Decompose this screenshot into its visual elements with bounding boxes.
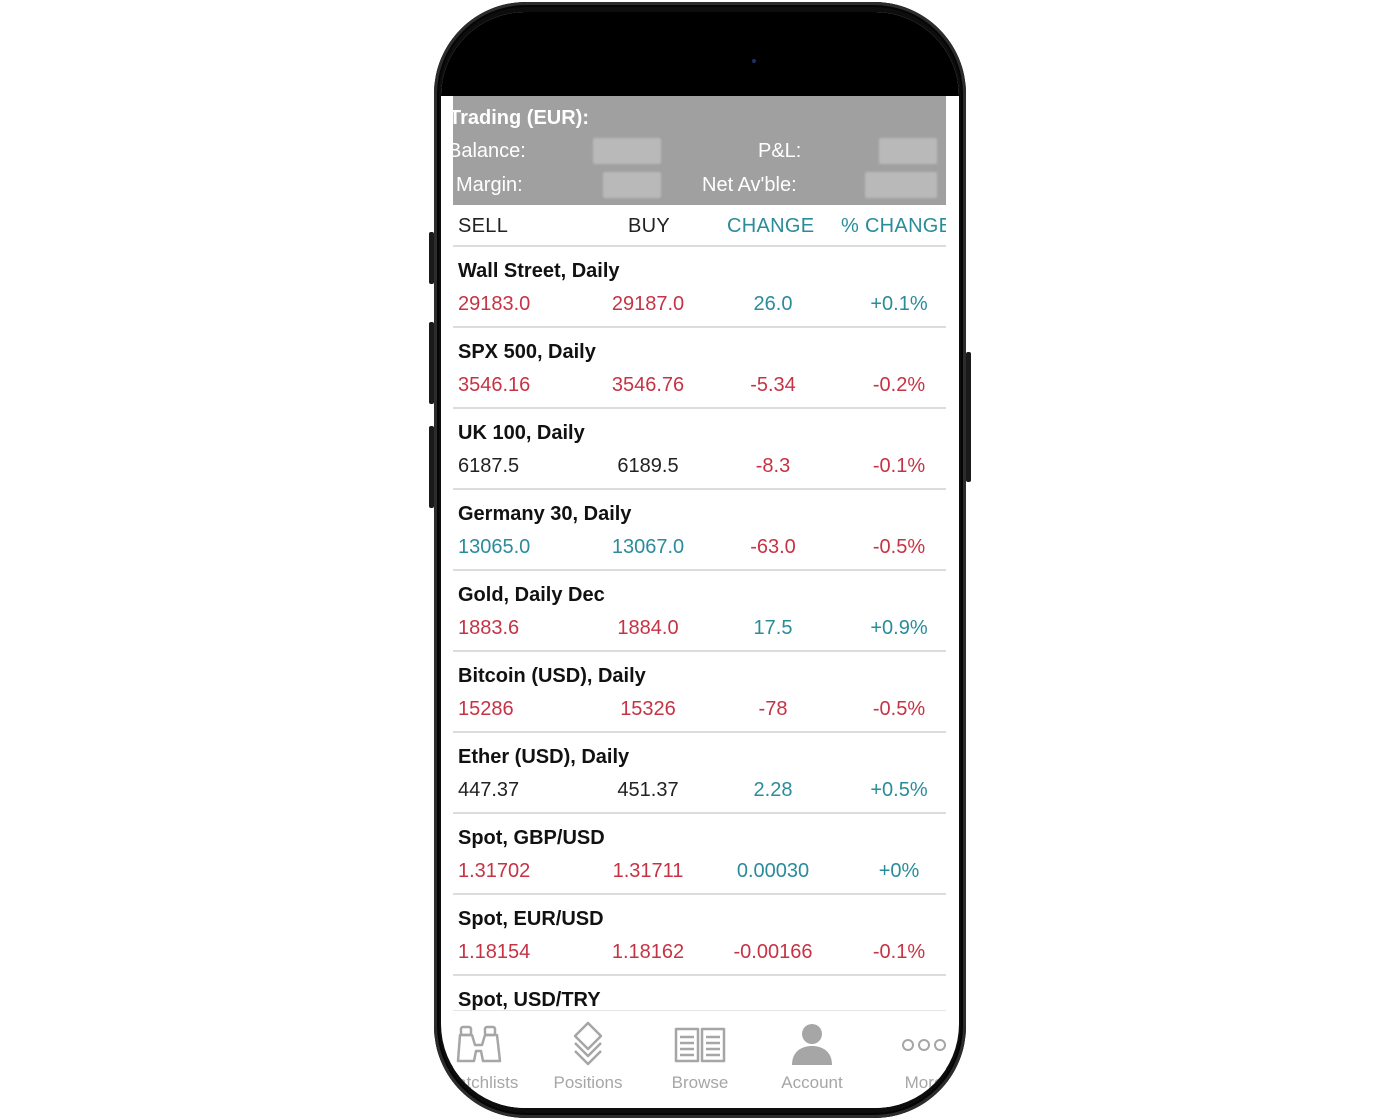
sell-price[interactable]: 29183.0	[458, 293, 530, 316]
market-row[interactable]: SPX 500, Daily 3546.16 3546.76 -5.34 -0.2%	[453, 328, 946, 409]
pnl-label: P&L:	[758, 140, 802, 162]
buy-price[interactable]: 1884.0	[603, 617, 693, 640]
sell-price[interactable]: 15286	[458, 698, 514, 721]
buy-price[interactable]: 29187.0	[603, 293, 693, 316]
volume-up-button	[429, 322, 434, 404]
percent-change: -0.5%	[872, 698, 926, 720]
percent-change: +0.1%	[870, 293, 928, 315]
market-row[interactable]: Spot, GBP/USD 1.31702 1.31711 0.00030 +0%	[453, 814, 946, 895]
market-name: Bitcoin (USD), Daily	[458, 665, 646, 687]
phone-screen: Po้ ้ets Trading (EUR): Balance: Margin:…	[441, 12, 959, 1108]
tab-browse[interactable]: Browse	[645, 1021, 755, 1093]
market-name: UK 100, Daily	[458, 422, 585, 444]
market-name: Spot, EUR/USD	[458, 908, 604, 930]
market-name: Ether (USD), Daily	[458, 746, 630, 768]
market-name: Spot, GBP/USD	[458, 827, 605, 849]
dynamic-island	[631, 34, 777, 82]
bottom-tab-bar: Watchlists Positions Browse Account More	[442, 1010, 946, 1108]
price-change: -0.00166	[733, 941, 813, 963]
price-change: -5.34	[750, 374, 796, 396]
buy-price[interactable]: 6189.5	[603, 455, 693, 478]
sell-price[interactable]: 13065.0	[458, 536, 530, 559]
sell-price[interactable]: 6187.5	[458, 455, 519, 478]
market-row[interactable]: Germany 30, Daily 13065.0 13067.0 -63.0 -0.5…	[453, 490, 946, 571]
column-header: SELL BUY CHANGE % CHANGE	[453, 205, 946, 247]
change-column-header[interactable]: CHANGE	[727, 215, 814, 238]
market-row[interactable]: Spot, EUR/USD 1.18154 1.18162 -0.00166 -0.1%	[453, 895, 946, 976]
action-button	[429, 232, 434, 284]
price-change: -8.3	[755, 455, 791, 477]
dots-icon	[902, 1039, 946, 1051]
sell-price[interactable]: 1883.6	[458, 617, 519, 640]
net-available-value-redacted	[865, 172, 937, 198]
price-change: -63.0	[750, 536, 796, 558]
buy-price[interactable]: 15326	[603, 698, 693, 721]
percent-change: +0%	[878, 860, 920, 882]
volume-down-button	[429, 426, 434, 508]
tab-more[interactable]: More	[869, 1021, 959, 1093]
pnl-value-redacted	[879, 138, 937, 164]
price-change: 2.28	[753, 779, 793, 801]
open-book-icon	[674, 1027, 726, 1063]
market-name: Wall Street, Daily	[458, 260, 620, 282]
app-header: Po้ ้ets	[441, 12, 959, 96]
sell-price[interactable]: 447.37	[458, 779, 519, 802]
tab-browse-label: Browse	[671, 1073, 729, 1092]
market-row[interactable]: Ether (USD), Daily 447.37 451.37 2.28 +0.5%	[453, 733, 946, 814]
tab-account[interactable]: Account	[757, 1021, 867, 1093]
market-name: SPX 500, Daily	[458, 341, 596, 363]
percent-change: +0.9%	[870, 617, 928, 639]
percent-change: -0.2%	[872, 374, 926, 396]
percent-change: -0.1%	[872, 941, 926, 963]
net-available-label: Net Av'ble:	[702, 174, 797, 196]
percent-change: -0.1%	[872, 455, 926, 477]
buy-price[interactable]: 3546.76	[603, 374, 693, 397]
buy-price[interactable]: 13067.0	[603, 536, 693, 559]
tab-watchlists[interactable]: Watchlists	[441, 1021, 535, 1093]
tab-more-label: More	[904, 1073, 944, 1092]
percent-change: -0.5%	[872, 536, 926, 558]
account-summary: Trading (EUR): Balance: Margin: P&L: Net…	[453, 96, 946, 205]
account-title: Trading (EUR):	[453, 107, 589, 129]
tab-positions-label: Positions	[553, 1073, 623, 1092]
sell-price[interactable]: 1.18154	[458, 941, 530, 964]
buy-price[interactable]: 451.37	[603, 779, 693, 802]
pct-change-column-header[interactable]: % CHANGE	[841, 215, 946, 238]
power-button	[966, 352, 971, 482]
market-row[interactable]: Wall Street, Daily 29183.0 29187.0 26.0 +0.1…	[453, 247, 946, 328]
market-row[interactable]: Gold, Daily Dec 1883.6 1884.0 17.5 +0.9%	[453, 571, 946, 652]
buy-price[interactable]: 1.31711	[603, 860, 693, 883]
sell-price[interactable]: 3546.16	[458, 374, 530, 397]
balance-value-redacted	[593, 138, 661, 164]
market-name: Spot, USD/TRY	[458, 989, 601, 1011]
market-row[interactable]: Bitcoin (USD), Daily 15286 15326 -78 -0.5%	[453, 652, 946, 733]
price-change: -78	[758, 698, 788, 720]
tab-positions[interactable]: Positions	[533, 1021, 643, 1093]
binoculars-icon	[456, 1025, 502, 1063]
camera-dot	[752, 59, 756, 63]
tab-account-label: Account	[781, 1073, 843, 1092]
market-name: Gold, Daily Dec	[458, 584, 605, 606]
sell-column-header[interactable]: SELL	[458, 215, 508, 238]
market-row[interactable]: UK 100, Daily 6187.5 6189.5 -8.3 -0.1%	[453, 409, 946, 490]
margin-label: Margin:	[456, 174, 523, 196]
margin-value-redacted	[603, 172, 661, 198]
percent-change: +0.5%	[870, 779, 928, 801]
balance-label: Balance:	[453, 140, 526, 162]
market-list: Wall Street, Daily 29183.0 29187.0 26.0 +0.1…	[453, 247, 946, 1057]
price-change: 26.0	[753, 293, 793, 315]
buy-price[interactable]: 1.18162	[603, 941, 693, 964]
person-icon	[792, 1024, 832, 1065]
sell-price[interactable]: 1.31702	[458, 860, 530, 883]
tab-watchlists-label: Watchlists	[441, 1073, 519, 1092]
market-name: Germany 30, Daily	[458, 503, 632, 525]
layers-icon	[573, 1021, 603, 1066]
price-change: 0.00030	[736, 860, 810, 882]
buy-column-header[interactable]: BUY	[628, 215, 670, 238]
price-change: 17.5	[753, 617, 793, 639]
market-content: Trading (EUR): Balance: Margin: P&L: Net…	[453, 96, 946, 1108]
